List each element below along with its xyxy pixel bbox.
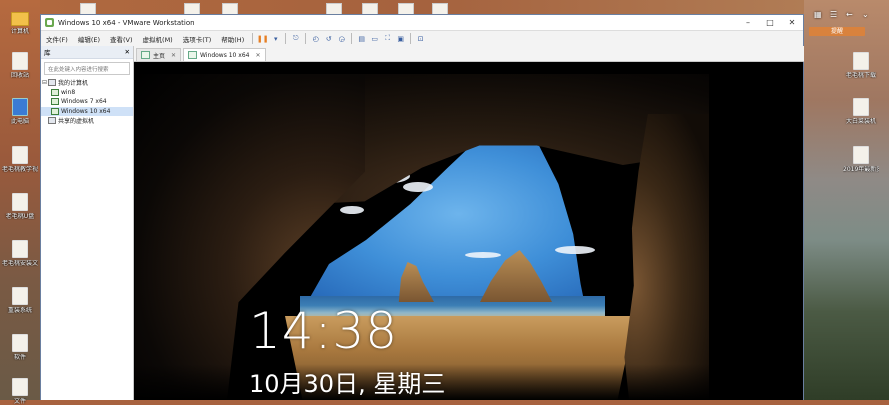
desktop-icon[interactable]: 计算机 [2,10,38,35]
revert-snapshot-icon[interactable]: ↺ [323,33,334,44]
tree-item-vm-selected[interactable]: Windows 10 x64 [41,106,133,116]
shared-vm-icon [48,117,56,125]
home-icon [141,51,150,59]
desktop-icon[interactable]: 2019年最新资源 [843,146,879,173]
tree-item-vm[interactable]: win8 [41,88,133,98]
document-icon [12,146,28,164]
send-ctrl-alt-del-icon[interactable]: ⎋ [290,33,301,44]
toolbar-separator [410,33,412,44]
lockscreen-time: 14:38 [249,302,399,360]
collapse-icon[interactable]: ⊟ [41,79,48,86]
menu-file[interactable]: 文件(F) [41,34,73,44]
library-header: 库 ✕ [41,46,133,59]
library-close-button[interactable]: ✕ [125,48,130,56]
library-title: 库 [44,49,51,57]
toolbar-separator [305,33,307,44]
menu-edit[interactable]: 编辑(E) [73,34,105,44]
library-tree: ⊟ 我的计算机 win8 Windows 7 x64 Windows 10 x6… [41,78,133,126]
minimize-button[interactable]: – [737,18,759,27]
desktop-icon[interactable]: 文件 [2,378,38,405]
document-icon [12,334,28,352]
tree-item-vm[interactable]: Windows 7 x64 [41,97,133,107]
desktop-icon[interactable]: 软件 [2,334,38,361]
desktop-icon[interactable]: 老毛桃U盘 [2,193,38,220]
tree-item-shared[interactable]: 共享的虚拟机 [41,116,133,126]
cloud [403,182,433,192]
library-panel: 库 ✕ 在此处键入内容进行搜索 ⊟ 我的计算机 win8 Windows 7 x… [41,46,134,400]
menu-tabs[interactable]: 选项卡(T) [178,34,217,44]
toolbar-separator [285,33,287,44]
menu-help[interactable]: 帮助(H) [216,34,249,44]
document-icon [12,287,28,305]
vm-icon [51,98,59,106]
title-bar[interactable]: Windows 10 x64 - VMware Workstation – □ … [41,15,803,31]
status-badge[interactable]: 提醒 [809,27,865,36]
close-icon[interactable]: ✕ [171,52,176,59]
vm-console[interactable]: 14:38 10月30日, 星期三 [134,62,803,400]
vmware-window: Windows 10 x64 - VMware Workstation – □ … [40,14,804,400]
pause-icon[interactable]: ❚❚ [257,33,269,44]
console-view-icon[interactable]: ▭ [369,33,380,44]
tree-item-my-computer[interactable]: ⊟ 我的计算机 [41,78,133,88]
desktop-icon[interactable]: 老毛桃安装文件 [2,240,38,267]
vm-icon [51,88,59,96]
lockscreen-date: 10月30日, 星期三 [249,370,446,398]
windows-lock-screen[interactable]: 14:38 10月30日, 星期三 [135,74,709,400]
folder-icon [11,12,29,26]
computer-icon [48,79,56,87]
snapshot-manager-icon[interactable]: ◶ [336,33,347,44]
desktop-icon[interactable]: 此电脑 [2,98,38,125]
stretch-icon[interactable]: ⊡ [415,33,426,44]
close-button[interactable]: ✕ [781,18,803,27]
document-icon [12,240,28,258]
fullscreen-icon[interactable]: ⛶ [382,33,393,44]
list-icon[interactable]: ☰ [830,10,837,19]
chevron-down-icon[interactable]: ⌄ [862,10,869,19]
desktop-icon[interactable]: 回收站 [2,52,38,79]
document-icon [853,52,869,70]
window-title: Windows 10 x64 - VMware Workstation [58,18,195,27]
cloud [555,246,595,254]
desktop-icon[interactable]: 老毛桃下载 [843,52,879,79]
unity-icon[interactable]: ▣ [395,33,406,44]
vm-icon [188,51,198,59]
desktop-top-strip [40,0,804,14]
vmware-app-icon [45,18,54,27]
desktop-icon[interactable]: 大白菜装机 [843,98,879,125]
menu-view[interactable]: 查看(V) [105,34,138,44]
tab-windows-10[interactable]: Windows 10 x64 ✕ [183,48,266,61]
toolbar-separator [351,33,353,44]
maximize-button[interactable]: □ [759,18,781,27]
library-search-input[interactable]: 在此处键入内容进行搜索 [44,62,130,75]
computer-icon [12,98,28,116]
toolbar-separator [252,33,254,44]
tab-home[interactable]: 主页 ✕ [136,48,182,61]
document-icon [853,98,869,116]
snapshot-icon[interactable]: ◴ [310,33,321,44]
desktop-icon[interactable]: 老毛桃教学视频 [2,146,38,173]
desktop-icon[interactable]: 重装系统 [2,287,38,314]
menu-vm[interactable]: 虚拟机(M) [138,34,178,44]
vm-running-icon [51,107,59,115]
dropdown-icon[interactable]: ▾ [270,33,281,44]
tab-bar: 主页 ✕ Windows 10 x64 ✕ [134,46,804,62]
close-icon[interactable]: ✕ [255,52,260,59]
recycle-bin-icon [12,52,28,70]
back-icon[interactable]: ← [846,10,853,19]
document-icon [12,193,28,211]
cloud [340,206,364,214]
cloud [465,252,501,258]
library-view-icon[interactable]: ▤ [356,33,367,44]
document-icon [853,146,869,164]
menu-bar: 文件(F) 编辑(E) 查看(V) 虚拟机(M) 选项卡(T) 帮助(H) ❚❚… [41,31,803,47]
grid-icon[interactable]: ▦ [814,10,822,19]
document-icon [12,378,28,396]
